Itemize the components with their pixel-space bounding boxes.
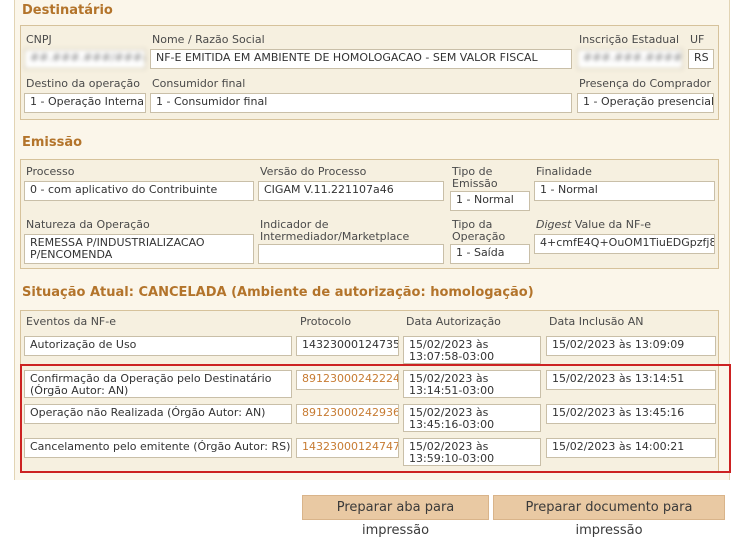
print-document-button[interactable]: Preparar documento para impressão [493, 495, 725, 538]
versao-label: Versão do Processo [260, 165, 367, 178]
destino-label: Destino da operação [26, 77, 141, 90]
digest-label: Digest Value da NF-e [536, 219, 651, 231]
finalidade-field: 1 - Normal [534, 181, 715, 201]
natureza-label: Natureza da Operação [26, 218, 150, 231]
ie-label: Inscrição Estadual [579, 33, 680, 46]
intermediador-field [258, 244, 444, 264]
versao-field: CIGAM V.11.221107a46 [258, 181, 444, 201]
table-row-data-autorizacao: 15/02/2023 às 13:07:58-03:00 [403, 336, 541, 364]
print-tab-button[interactable]: Preparar aba para impressão [302, 495, 489, 538]
protocolo-header: Protocolo [300, 315, 352, 328]
cnpj-field: ##.###.###/####-## [24, 49, 146, 69]
nome-field: NF-E EMITIDA EM AMBIENTE DE HOMOLOGACAO … [150, 49, 572, 69]
tipo-emissao-field: 1 - Normal [450, 191, 530, 211]
tipo-operacao-label: Tipo da Operação [452, 218, 506, 243]
uf-field: RS [688, 49, 714, 69]
intermediador-label: Indicador de Intermediador/Marketplace [260, 218, 410, 243]
digest-label-italic: Digest [536, 218, 572, 231]
processo-label: Processo [26, 165, 75, 178]
destinatario-title: Destinatário [22, 3, 113, 18]
ie-field: ###.###.#### [577, 49, 683, 69]
presenca-label: Presença do Comprador [579, 77, 712, 90]
cnpj-label: CNPJ [26, 33, 52, 46]
table-row-protocolo: 143230001247357 [296, 336, 399, 356]
situacao-title: Situação Atual: CANCELADA (Ambiente de a… [22, 285, 534, 300]
data-autorizacao-header: Data Autorização [406, 315, 501, 328]
tipo-operacao-field: 1 - Saída [450, 244, 530, 264]
table-row-evento: Autorização de Uso [24, 336, 292, 356]
consumidor-label: Consumidor final [152, 77, 246, 90]
consumidor-field: 1 - Consumidor final [150, 93, 572, 113]
uf-label: UF [690, 33, 705, 46]
eventos-header: Eventos da NF-e [26, 315, 116, 328]
table-row-data-inclusao: 15/02/2023 às 13:09:09 [546, 336, 716, 356]
highlight-box [20, 364, 731, 473]
data-inclusao-header: Data Inclusão AN [549, 315, 644, 328]
digest-field: 4+cmfE4Q+OuOM1TiuEDGpzfj8rl= [534, 234, 715, 254]
presenca-field: 1 - Operação presencial [577, 93, 714, 113]
natureza-field: REMESSA P/INDUSTRIALIZACAO P/ENCOMENDA [24, 234, 254, 264]
digest-label-rest: Value da NF-e [571, 218, 652, 231]
nome-label: Nome / Razão Social [152, 33, 265, 46]
emissao-title: Emissão [22, 135, 83, 150]
destino-field: 1 - Operação Interna [24, 93, 146, 113]
processo-field: 0 - com aplicativo do Contribuinte [24, 181, 254, 201]
finalidade-label: Finalidade [536, 165, 592, 178]
tipo-emissao-label: Tipo de Emissão [452, 165, 498, 190]
